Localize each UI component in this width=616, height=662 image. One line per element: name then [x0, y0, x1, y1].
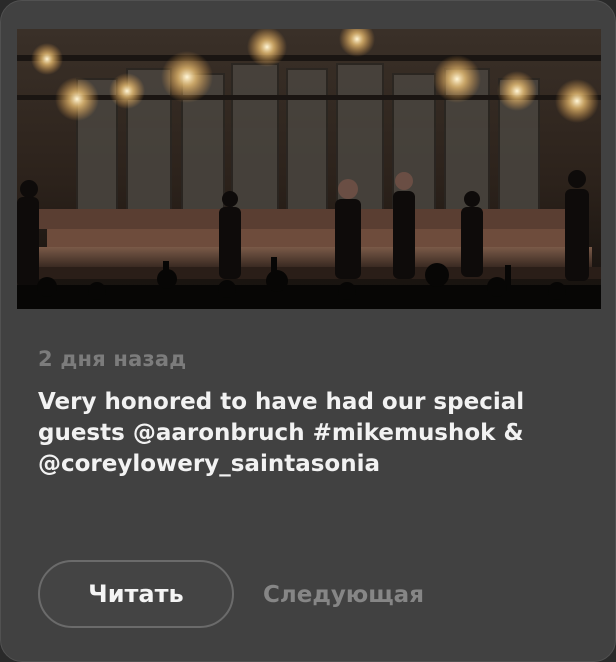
next-button[interactable]: Следующая [263, 575, 424, 615]
concert-photo [17, 29, 601, 309]
concert-stage-image [17, 29, 601, 309]
post-text: Very honored to have had our special gue… [38, 389, 525, 477]
read-button[interactable]: Читать [38, 560, 234, 628]
post-timestamp: 2 дня назад [38, 347, 187, 371]
post-card: 2 дня назад Very honored to have had our… [0, 0, 616, 662]
